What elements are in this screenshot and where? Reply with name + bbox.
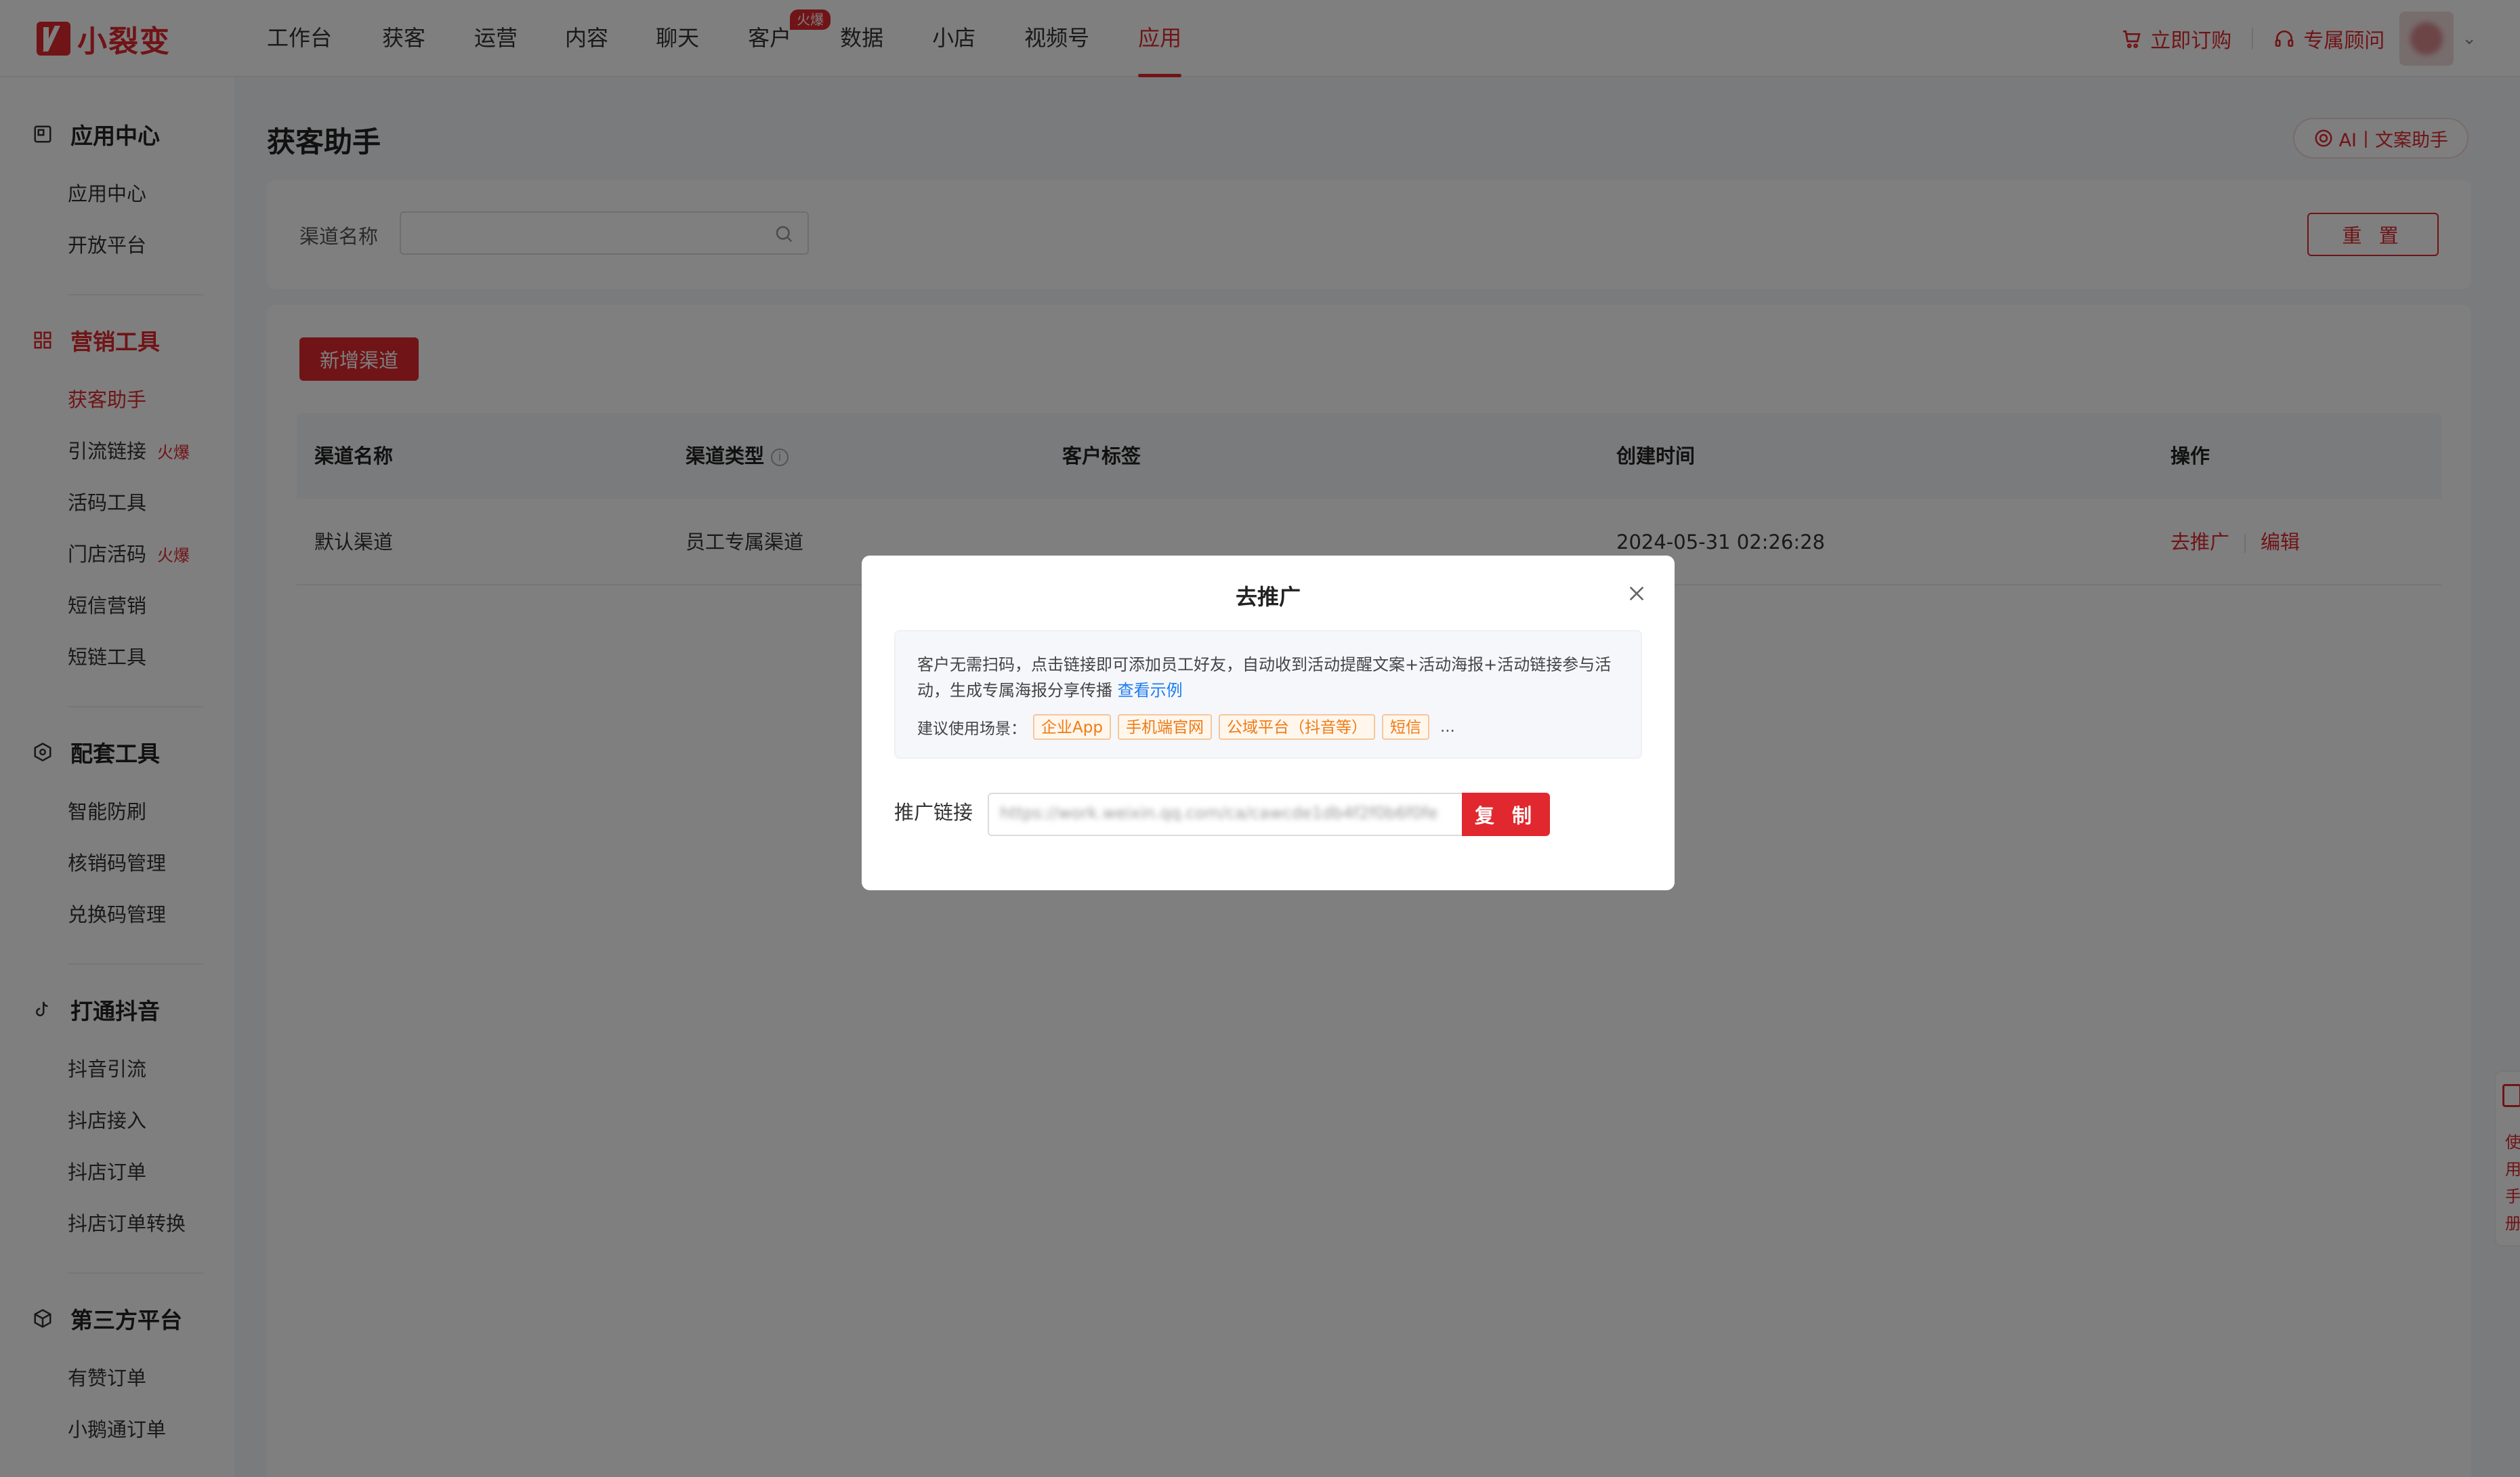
- promotion-link-label: 推广链接: [894, 801, 973, 824]
- scenario-list: 建议使用场景： 企业App 手机端官网 公域平台（抖音等） 短信 ...: [917, 714, 1619, 740]
- promotion-description: 客户无需扫码，点击链接即可添加员工好友，自动收到活动提醒文案+活动海报+活动链接…: [917, 652, 1619, 703]
- scenario-label: 建议使用场景：: [917, 720, 1026, 738]
- promotion-tip-box: 客户无需扫码，点击链接即可添加员工好友，自动收到活动提醒文案+活动海报+活动链接…: [894, 630, 1642, 759]
- promotion-link-field[interactable]: https://work.weixin.qq.com/ca/cawcde1db4…: [988, 793, 1463, 836]
- more-scenarios: ...: [1440, 718, 1455, 736]
- view-example-link[interactable]: 查看示例: [1118, 681, 1183, 700]
- scenario-tag: 公域平台（抖音等）: [1218, 714, 1375, 740]
- close-icon[interactable]: [1626, 583, 1647, 604]
- description-text: 客户无需扫码，点击链接即可添加员工好友，自动收到活动提醒文案+活动海报+活动链接…: [917, 655, 1612, 700]
- scenario-tag: 短信: [1381, 714, 1429, 740]
- promotion-link-value: https://work.weixin.qq.com/ca/cawcde1db4…: [1000, 804, 1438, 823]
- scenario-tag: 企业App: [1033, 714, 1111, 740]
- dialog-title: 去推广: [1235, 584, 1301, 610]
- promote-dialog: 去推广 客户无需扫码，点击链接即可添加员工好友，自动收到活动提醒文案+活动海报+…: [862, 556, 1675, 890]
- scenario-tag: 手机端官网: [1117, 714, 1212, 740]
- copy-button[interactable]: 复 制: [1462, 793, 1550, 836]
